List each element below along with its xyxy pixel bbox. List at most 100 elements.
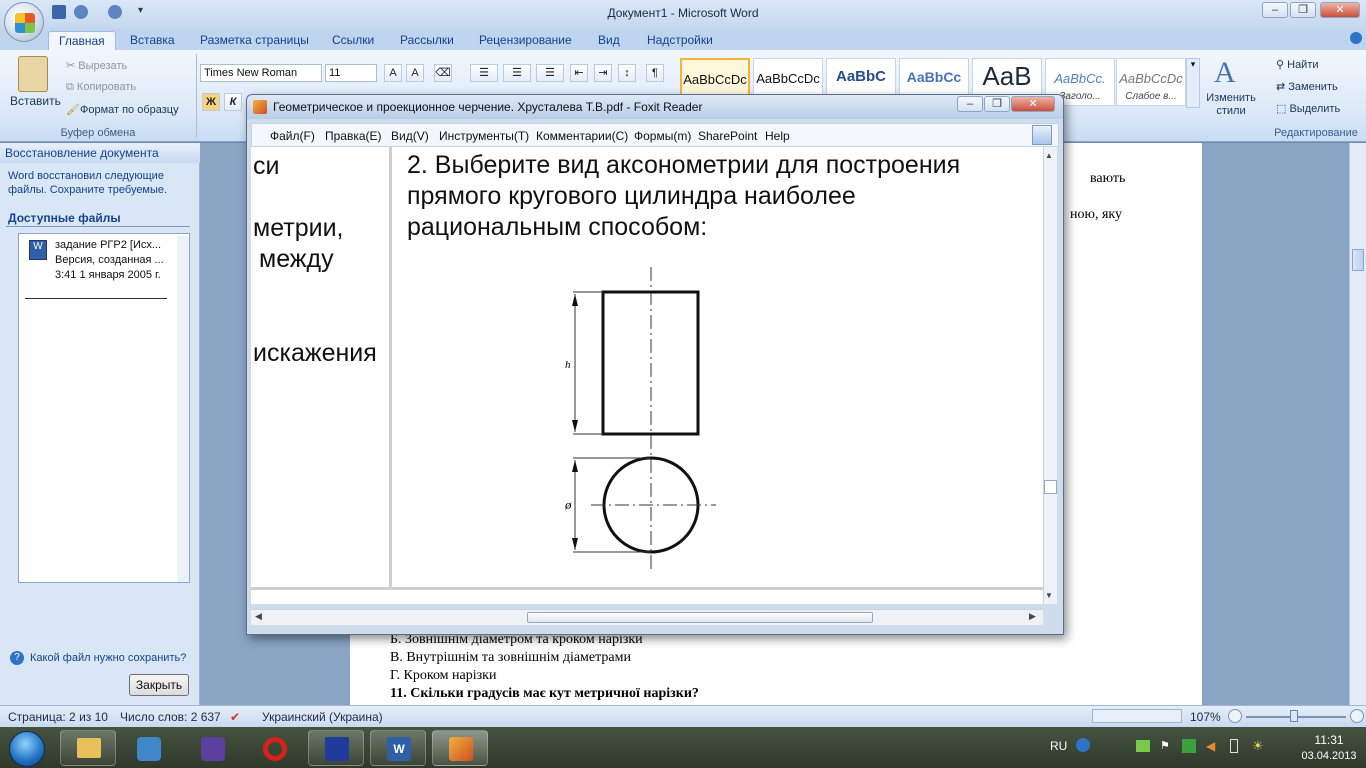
menu-view[interactable]: Вид(V) <box>391 129 429 143</box>
clock-time[interactable]: 11:31 <box>1304 733 1354 747</box>
paste-button[interactable]: Вставить <box>10 94 61 108</box>
network-icon[interactable] <box>1136 740 1150 752</box>
copy-button[interactable]: ⧉ Копировать <box>66 81 136 94</box>
page-indicator[interactable]: Страница: 2 из 10 <box>8 710 108 724</box>
menu-sharepoint[interactable]: SharePoint <box>698 129 757 143</box>
foxit-maximize-button[interactable]: ❐ <box>984 96 1010 112</box>
start-button[interactable] <box>2 729 52 767</box>
scroll-right-icon[interactable]: ▶ <box>1029 611 1036 622</box>
close-pane-button[interactable]: Закрыть <box>129 674 189 696</box>
view-buttons[interactable] <box>1092 709 1182 723</box>
taskbar-media-center[interactable] <box>184 730 240 766</box>
pdf-page-view[interactable]: си метрии, между искажения 2. Выберите в… <box>251 147 1047 604</box>
zoom-out-button[interactable] <box>1228 709 1242 723</box>
sort-button[interactable]: ↕ <box>618 64 636 82</box>
spellcheck-icon[interactable]: ✔ <box>230 710 240 724</box>
office-button[interactable] <box>4 2 44 42</box>
style-sample: AaB <box>982 61 1032 91</box>
maximize-button[interactable]: ❐ <box>1290 2 1316 18</box>
taskbar-opera[interactable] <box>246 730 302 766</box>
flag-icon[interactable]: ⚑ <box>1160 739 1172 753</box>
cut-button[interactable]: ✂ Вырезать <box>66 59 127 72</box>
menu-forms[interactable]: Формы(m) <box>634 129 691 143</box>
word-count[interactable]: Число слов: 2 637 <box>120 710 221 724</box>
undo-icon[interactable] <box>74 5 88 19</box>
shrink-font-button[interactable]: A <box>406 64 424 82</box>
tab-page-layout[interactable]: Разметка страницы <box>190 31 319 50</box>
taskbar-save-app[interactable] <box>308 730 364 766</box>
tab-references[interactable]: Ссылки <box>322 31 384 50</box>
save-icon[interactable] <box>52 5 66 19</box>
menu-edit[interactable]: Правка(E) <box>325 129 382 143</box>
change-styles-icon[interactable]: A <box>1214 56 1236 90</box>
tab-view[interactable]: Вид <box>588 31 630 50</box>
tab-review[interactable]: Рецензирование <box>469 31 582 50</box>
help-icon[interactable] <box>1076 738 1090 752</box>
change-styles-button[interactable]: Изменить стили <box>1202 92 1260 118</box>
foxit-minimize-button[interactable]: – <box>957 96 983 112</box>
collapse-icon[interactable] <box>1032 125 1052 145</box>
taskbar-word[interactable]: W <box>370 730 426 766</box>
pdf-scroll-thumb[interactable] <box>1044 480 1057 494</box>
multilevel-button[interactable]: ☰ <box>536 64 564 82</box>
paste-icon[interactable] <box>18 56 48 92</box>
tab-home[interactable]: Главная <box>48 31 116 50</box>
which-file-help-link[interactable]: Какой файл нужно сохранить? <box>30 652 186 664</box>
select-button[interactable]: ⬚ Выделить <box>1276 102 1340 115</box>
redo-icon[interactable] <box>108 5 122 19</box>
tab-mailings[interactable]: Рассылки <box>390 31 464 50</box>
scroll-up-icon[interactable]: ▲ <box>1045 151 1053 160</box>
clear-format-button[interactable]: ⌫ <box>434 64 452 82</box>
language-indicator[interactable]: Украинский (Украина) <box>262 710 383 724</box>
style-subtle-emphasis[interactable]: AaBbCcDc Слабое в... <box>1116 58 1186 106</box>
help-icon[interactable] <box>1350 32 1362 44</box>
bullets-button[interactable]: ☰ <box>470 64 498 82</box>
menu-help[interactable]: Help <box>765 129 790 143</box>
document-vertical-scrollbar[interactable] <box>1349 143 1366 705</box>
recovered-file-item[interactable]: задание РГР2 [Исх... Версия, созданная .… <box>55 238 164 283</box>
taskbar-explorer[interactable] <box>60 730 116 766</box>
tray-app-icon[interactable] <box>1182 739 1196 753</box>
italic-button[interactable]: К <box>224 93 242 111</box>
grow-font-button[interactable]: A <box>384 64 402 82</box>
taskbar-foxit[interactable] <box>432 730 488 766</box>
file-list-scrollbar[interactable] <box>177 236 189 582</box>
tab-insert[interactable]: Вставка <box>120 31 185 50</box>
font-size-combo[interactable]: 11 <box>325 64 377 82</box>
show-marks-button[interactable]: ¶ <box>646 64 664 82</box>
minimize-button[interactable]: – <box>1262 2 1288 18</box>
styles-more-button[interactable]: ▾ <box>1186 58 1200 108</box>
battery-icon[interactable] <box>1230 739 1238 753</box>
recovery-file-list[interactable]: W задание РГР2 [Исх... Версия, созданная… <box>18 233 190 583</box>
zoom-level[interactable]: 107% <box>1190 710 1221 724</box>
tray-sun-icon[interactable]: ☀ <box>1252 738 1264 754</box>
zoom-in-button[interactable] <box>1350 709 1364 723</box>
customize-qat-icon[interactable]: ▾ <box>138 5 146 19</box>
volume-icon[interactable]: ◀ <box>1206 739 1215 753</box>
zoom-slider-thumb[interactable] <box>1290 710 1298 722</box>
find-button[interactable]: ⚲ Найти <box>1276 58 1319 71</box>
h-scroll-thumb[interactable] <box>527 612 873 623</box>
pdf-horizontal-scrollbar[interactable]: ◀ ▶ <box>251 609 1043 625</box>
format-painter-button[interactable]: 🖌Формат по образцу <box>66 103 179 116</box>
foxit-close-button[interactable]: ✕ <box>1011 96 1055 112</box>
left-column-text: метрии, <box>253 214 344 242</box>
close-button[interactable]: ✕ <box>1320 2 1360 18</box>
scroll-down-icon[interactable]: ▼ <box>1045 591 1053 600</box>
scroll-left-icon[interactable]: ◀ <box>255 611 262 622</box>
numbering-button[interactable]: ☰ <box>503 64 531 82</box>
decrease-indent-button[interactable]: ⇤ <box>570 64 588 82</box>
scroll-thumb[interactable] <box>1352 249 1364 271</box>
taskbar-media-player[interactable] <box>120 730 176 766</box>
language-indicator[interactable]: RU <box>1050 739 1067 753</box>
menu-comments[interactable]: Комментарии(C) <box>536 129 628 143</box>
replace-button[interactable]: ⇄ Заменить <box>1276 80 1338 93</box>
increase-indent-button[interactable]: ⇥ <box>594 64 612 82</box>
menu-file[interactable]: Файл(F) <box>270 129 315 143</box>
tab-addins[interactable]: Надстройки <box>637 31 723 50</box>
clock-date[interactable]: 03.04.2013 <box>1294 750 1364 762</box>
menu-tools[interactable]: Инструменты(T) <box>439 129 529 143</box>
bold-button[interactable]: Ж <box>202 93 220 111</box>
pdf-vertical-scrollbar[interactable]: ▲ ▼ <box>1043 147 1057 604</box>
font-name-combo[interactable]: Times New Roman <box>200 64 322 82</box>
